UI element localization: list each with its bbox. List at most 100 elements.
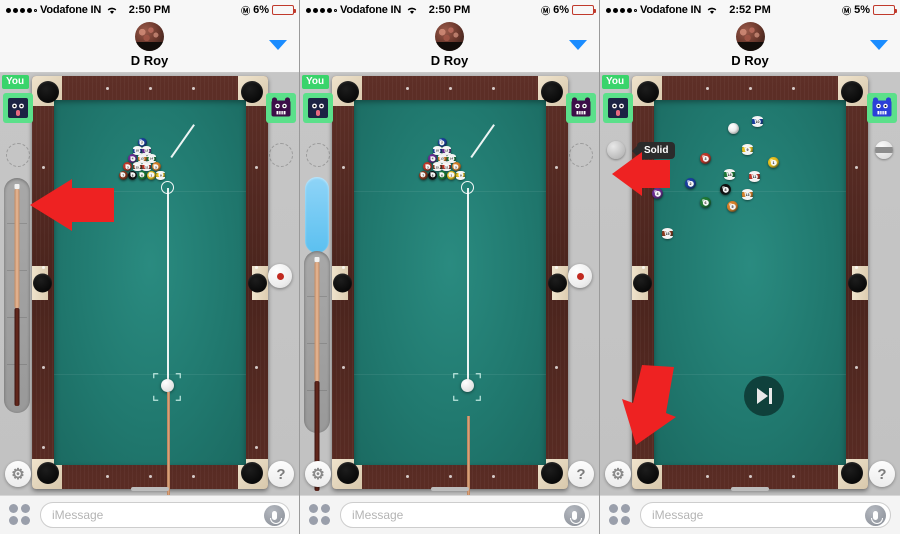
pocketed-slot-left — [306, 143, 330, 167]
cue-power-slider[interactable] — [4, 178, 30, 413]
gear-icon: ⚙ — [11, 465, 25, 483]
contact-name: D Roy — [430, 53, 469, 68]
power-meter-fill — [305, 177, 329, 253]
help-button[interactable]: ? — [568, 461, 594, 487]
pool-ball-10: 10 — [752, 116, 763, 127]
rail-diamond — [255, 446, 258, 449]
cue-ball[interactable] — [461, 379, 474, 392]
you-label: You — [2, 75, 30, 89]
rail-diamond — [149, 475, 152, 478]
rail-diamond — [42, 366, 45, 369]
settings-button[interactable]: ⚙ — [305, 461, 331, 487]
rail-diamond — [106, 87, 109, 90]
pool-game-area[interactable]: You 2 10 12 4 13 14 3 15 11 5 7 8 6 1 9 … — [300, 73, 599, 495]
pool-ball-6: 6 — [137, 170, 147, 180]
rail-diamond — [342, 266, 345, 269]
app-drawer-button[interactable] — [9, 504, 31, 526]
rail-diamond — [42, 446, 45, 449]
avatar-face-icon — [7, 97, 29, 119]
felt-foot-line — [54, 373, 246, 375]
pool-ball-14: 14 — [724, 169, 735, 180]
pool-game-area[interactable]: You 2 10 12 4 13 14 3 15 11 5 7 8 6 1 9 … — [0, 73, 299, 495]
ball-highlight — [429, 155, 433, 159]
message-input-field[interactable]: iMessage — [340, 502, 590, 528]
chevron-down-icon[interactable] — [870, 40, 888, 50]
status-bar: Vodafone IN 2:50 PM Ⓜ 6% — [0, 0, 299, 20]
ball-highlight — [143, 147, 147, 150]
rail-diamond — [192, 87, 195, 90]
help-button[interactable]: ? — [869, 461, 895, 487]
rail-diamond — [106, 475, 109, 478]
skip-turn-button[interactable] — [744, 376, 784, 416]
imessage-bar: iMessage — [600, 487, 900, 534]
microphone-button[interactable] — [564, 504, 585, 526]
pocket-top-left — [37, 81, 59, 103]
pool-ball-2: 2 — [685, 178, 696, 189]
ball-highlight — [439, 155, 442, 159]
drag-handle[interactable] — [130, 487, 169, 491]
message-input-field[interactable]: iMessage — [640, 502, 891, 528]
rail-diamond — [42, 166, 45, 169]
message-input-field[interactable]: iMessage — [40, 502, 290, 528]
pocket-side-right — [548, 273, 567, 292]
cue-butt — [14, 308, 20, 406]
help-button[interactable]: ? — [268, 461, 294, 487]
player-avatar-opponent — [566, 93, 596, 123]
pocket-top-left — [337, 81, 359, 103]
pool-ball-7: 7 — [118, 170, 128, 180]
pool-ball-11: 11 — [142, 162, 152, 172]
chevron-down-icon[interactable] — [269, 40, 287, 50]
chevron-down-icon[interactable] — [569, 40, 587, 50]
pool-ball-15: 15 — [662, 228, 673, 239]
pool-table[interactable]: 2 10 12 4 13 14 3 15 11 5 7 8 6 1 9 — [332, 73, 568, 495]
settings-button[interactable]: ⚙ — [5, 461, 31, 487]
app-drawer-button[interactable] — [309, 504, 331, 526]
pool-ball-6: 6 — [437, 170, 447, 180]
ball-highlight — [125, 163, 128, 167]
battery-icon — [572, 5, 596, 15]
cue-power-slider[interactable] — [304, 251, 330, 491]
pocket-bottom-left — [37, 462, 59, 484]
panel-solid: Vodafone IN 2:52 PM Ⓜ 5% D Roy You Solid… — [600, 0, 900, 534]
cue-stick-on-table — [466, 416, 470, 495]
cue-shaft — [314, 262, 320, 381]
pool-ball-9: 9 — [456, 170, 466, 180]
pool-ball-8: 8 — [720, 184, 731, 195]
contact-avatar[interactable] — [135, 22, 164, 51]
ball-highlight — [139, 139, 142, 142]
ball-highlight — [129, 155, 133, 159]
screenshot-root: Vodafone IN 2:50 PM Ⓜ 6% D Roy You 2 10 … — [0, 0, 900, 534]
battery-icon — [272, 5, 296, 15]
pool-game-area[interactable]: You Solid 10 9 3 1 14 11 2 8 13 5 6 4 15… — [600, 73, 900, 495]
contact-avatar[interactable] — [735, 22, 765, 51]
microphone-button[interactable] — [865, 504, 886, 526]
drag-handle[interactable] — [430, 487, 469, 491]
microphone-button[interactable] — [264, 504, 285, 526]
avatar-face-icon — [570, 97, 592, 119]
pocket-bottom-right — [241, 462, 263, 484]
panel-power: Vodafone IN 2:50 PM Ⓜ 6% D Roy You 2 10 … — [300, 0, 600, 534]
contact-avatar[interactable] — [435, 22, 464, 51]
app-drawer-button[interactable] — [609, 504, 631, 526]
spin-control[interactable] — [568, 264, 592, 288]
player-avatar-you — [603, 93, 633, 123]
conversation-header: D Roy — [0, 20, 299, 73]
pool-ball-1: 1 — [768, 157, 779, 168]
spin-control[interactable] — [268, 264, 292, 288]
red-arrow-pointing-to-cue-slider — [30, 179, 114, 231]
contact-name: D Roy — [130, 53, 169, 68]
you-label: You — [602, 75, 630, 89]
cue-ball[interactable] — [161, 379, 174, 392]
pool-table[interactable]: 2 10 12 4 13 14 3 15 11 5 7 8 6 1 9 — [32, 73, 268, 495]
drag-handle[interactable] — [731, 487, 769, 491]
you-label: You — [302, 75, 330, 89]
settings-button[interactable]: ⚙ — [605, 461, 631, 487]
avatar-face-icon — [871, 97, 893, 119]
ball-highlight — [443, 163, 447, 167]
pool-ball-9: 9 — [156, 170, 166, 180]
rail-diamond — [255, 166, 258, 169]
pocket-side-left — [33, 273, 52, 292]
rail-diamond — [342, 366, 345, 369]
selection-bracket-tr — [175, 373, 181, 379]
ghost-ball-ring — [461, 181, 474, 194]
